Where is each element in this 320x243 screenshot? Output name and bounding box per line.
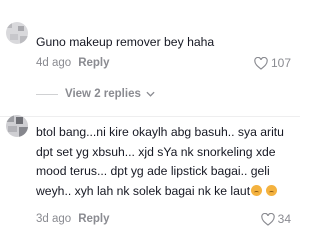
comment-age: 3d ago	[36, 213, 72, 225]
avatar[interactable]	[6, 115, 28, 137]
reply-button[interactable]: Reply	[78, 57, 109, 69]
like-button[interactable]: 34	[260, 212, 291, 226]
comment-line: btol bang...ni kire okaylh abg basuh.. s…	[36, 125, 284, 139]
view-replies-label: View 2 replies	[65, 88, 141, 100]
comment-meta: 3d ago Reply	[36, 213, 110, 225]
comment-line-with-emoji: weyh.. xyh lah nk solek bagai nk ke laut	[36, 182, 284, 202]
sad-face-emoji-icon	[251, 184, 263, 196]
chevron-down-icon	[146, 91, 155, 97]
comment-meta: 4d ago Reply	[36, 57, 110, 69]
comment-line: dpt set yg xbsuh... xjd sYa nk snorkelin…	[36, 144, 276, 159]
reply-button[interactable]: Reply	[78, 213, 109, 225]
heart-outline-icon	[254, 56, 268, 70]
comment-age: 4d ago	[36, 57, 72, 69]
like-button[interactable]: 107	[254, 56, 291, 70]
divider-line	[36, 93, 58, 95]
comment-line: Guno makeup remover bey haha	[36, 35, 215, 49]
view-replies-button[interactable]: View 2 replies	[36, 86, 155, 102]
comment-line: weyh.. xyh lah nk solek bagai nk ke laut	[36, 183, 251, 198]
like-count: 34	[277, 212, 291, 226]
like-count: 107	[270, 56, 291, 70]
section-divider	[0, 116, 300, 117]
comment-text: Guno makeup remover bey haha	[36, 33, 214, 53]
comment-line: mood terus... dpt yg ade lipstick bagai.…	[36, 164, 270, 178]
heart-outline-icon	[260, 212, 275, 226]
comment-text: btol bang...ni kire okaylh abg basuh.. s…	[36, 123, 284, 201]
avatar[interactable]	[6, 22, 28, 44]
sad-face-emoji-icon	[266, 184, 278, 196]
